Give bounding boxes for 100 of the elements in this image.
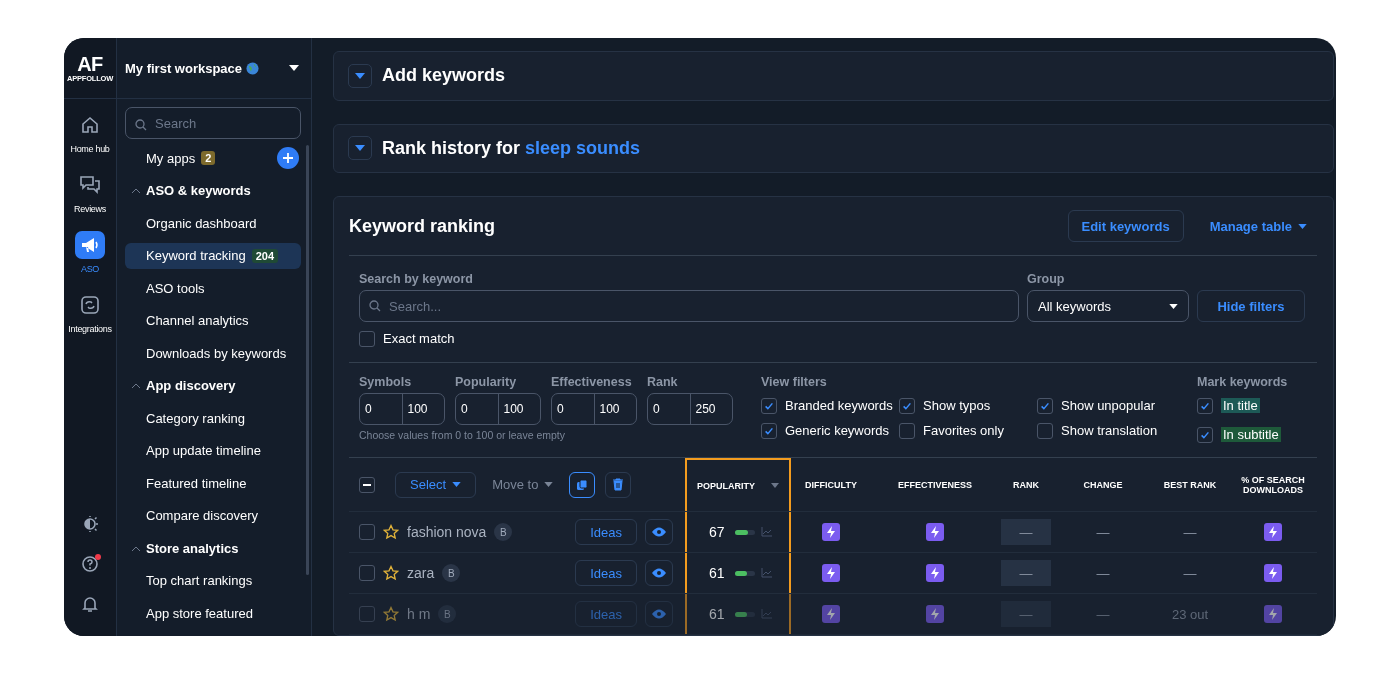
keyword-search-field[interactable]: Search...: [359, 290, 1019, 322]
rail-nav-item[interactable]: Integrations: [64, 291, 116, 339]
rail-nav-item[interactable]: Reviews: [64, 171, 116, 219]
range-label: Popularity: [455, 375, 518, 389]
help-icon[interactable]: [80, 554, 100, 574]
search-field[interactable]: Search: [125, 107, 301, 139]
sidebar-item[interactable]: My apps 2: [125, 145, 277, 172]
eye-button[interactable]: [645, 601, 673, 627]
rail-nav-item[interactable]: ASO: [64, 231, 116, 279]
column-header[interactable]: RANK: [999, 458, 1053, 511]
ideas-button[interactable]: Ideas: [575, 519, 637, 545]
checkbox[interactable]: [1037, 422, 1053, 439]
checkbox[interactable]: [1197, 397, 1213, 414]
checkbox[interactable]: [899, 397, 915, 414]
eye-icon: [651, 526, 667, 538]
hide-filters-button[interactable]: Hide filters: [1197, 290, 1305, 322]
checkbox-label: Show translation: [1061, 423, 1158, 438]
sidebar-item[interactable]: Category ranking: [125, 405, 301, 432]
sidebar-item[interactable]: Top chart rankings: [125, 567, 301, 594]
star-icon[interactable]: [383, 524, 399, 540]
lightning-icon[interactable]: [1264, 605, 1282, 623]
section-heading[interactable]: ASO & keywords: [146, 183, 251, 199]
checkbox-label: Branded keywords: [785, 398, 893, 413]
eye-button[interactable]: [645, 519, 673, 545]
bell-icon[interactable]: [80, 594, 100, 614]
caret-icon: [1169, 303, 1178, 309]
section-heading[interactable]: Store analytics: [146, 540, 239, 556]
sidebar-item[interactable]: Organic dashboard: [125, 210, 301, 237]
edit-keywords-button[interactable]: Edit keywords: [1067, 210, 1184, 242]
section-heading[interactable]: App discovery: [146, 378, 236, 394]
column-header[interactable]: CHANGE: [1053, 458, 1153, 511]
trash-icon: [612, 478, 625, 491]
sidebar-item[interactable]: Downloads by keywords: [125, 340, 301, 367]
checkbox[interactable]: [1037, 397, 1053, 414]
table-cell: —: [1096, 524, 1110, 540]
range-label: Effectiveness: [551, 375, 633, 389]
sidebar-item[interactable]: Compare discovery: [125, 502, 301, 529]
lightning-icon[interactable]: [822, 605, 840, 623]
lightning-icon[interactable]: [926, 523, 944, 541]
select-button[interactable]: Select: [395, 471, 477, 498]
checkbox-label: Show unpopular: [1061, 398, 1155, 413]
checkbox[interactable]: [761, 422, 777, 439]
lightning-icon[interactable]: [822, 523, 840, 541]
eye-button[interactable]: [645, 560, 673, 586]
branded-badge: B: [494, 523, 513, 541]
sidebar-item[interactable]: Featured timeline: [125, 470, 301, 497]
copy-button[interactable]: [569, 471, 596, 498]
item-label: Featured timeline: [146, 475, 247, 491]
checkbox[interactable]: [1197, 426, 1213, 443]
column-header[interactable]: DIFFICULTY: [791, 458, 871, 511]
card-title: Keyword ranking: [349, 215, 496, 237]
ideas-button[interactable]: Ideas: [575, 560, 637, 586]
sidebar-item[interactable]: App store featured: [125, 600, 301, 627]
keyword-text: h m: [407, 606, 431, 622]
checkbox[interactable]: [761, 397, 777, 414]
checkbox[interactable]: [359, 330, 375, 347]
rail-nav-item[interactable]: Home hub: [64, 111, 116, 159]
checkbox[interactable]: [359, 565, 375, 581]
chevron-icon[interactable]: [132, 188, 140, 194]
caret-icon: [771, 483, 779, 488]
star-icon[interactable]: [383, 565, 399, 581]
column-header[interactable]: BEST RANK: [1153, 458, 1227, 511]
globe-icon: [246, 61, 260, 75]
rank-value: —: [1001, 560, 1051, 586]
sidebar-item[interactable]: Channel analytics: [125, 307, 301, 334]
checkbox[interactable]: [359, 476, 375, 493]
column-header[interactable]: % OF SEARCH DOWNLOADS: [1227, 458, 1319, 511]
lightning-icon[interactable]: [1264, 523, 1282, 541]
delete-button[interactable]: [605, 471, 632, 498]
workspace-name[interactable]: My first workspace: [125, 60, 243, 76]
megaphone-icon: [80, 235, 100, 255]
toggle-button[interactable]: [348, 136, 372, 161]
checkbox[interactable]: [359, 606, 375, 622]
chevron-icon[interactable]: [132, 383, 140, 389]
checkbox-label: Show typos: [923, 398, 991, 413]
column-header[interactable]: POPULARITY: [685, 458, 791, 511]
star-icon[interactable]: [383, 606, 399, 622]
checkbox[interactable]: [359, 524, 375, 540]
add-icon[interactable]: [277, 147, 299, 170]
keyword-link[interactable]: sleep sounds: [525, 137, 641, 159]
caret-icon: [452, 482, 462, 487]
lightning-icon[interactable]: [926, 605, 944, 623]
logo-text: AF: [77, 53, 103, 74]
column-header[interactable]: EFFECTIVENESS: [871, 458, 999, 511]
checkbox[interactable]: [899, 422, 915, 439]
sidebar-item[interactable]: Keyword tracking 204: [125, 242, 301, 269]
sidebar-item[interactable]: App update timeline: [125, 437, 301, 464]
toggle-button[interactable]: [348, 63, 372, 88]
lightning-icon[interactable]: [822, 564, 840, 582]
group-label: Mark keywords: [1197, 375, 1288, 389]
hint-text: Choose values from 0 to 100 or leave empty: [359, 429, 567, 441]
manage-table-button[interactable]: Manage table: [1199, 218, 1317, 234]
range-label: Symbols: [359, 375, 413, 389]
search-icon: [135, 118, 147, 131]
chevron-icon[interactable]: [132, 545, 140, 551]
lightning-icon[interactable]: [926, 564, 944, 582]
sidebar-item[interactable]: ASO tools: [125, 275, 301, 302]
scrollbar[interactable]: [306, 145, 309, 575]
lightning-icon[interactable]: [1264, 564, 1282, 582]
group-dropdown[interactable]: All keywords: [1027, 290, 1189, 322]
